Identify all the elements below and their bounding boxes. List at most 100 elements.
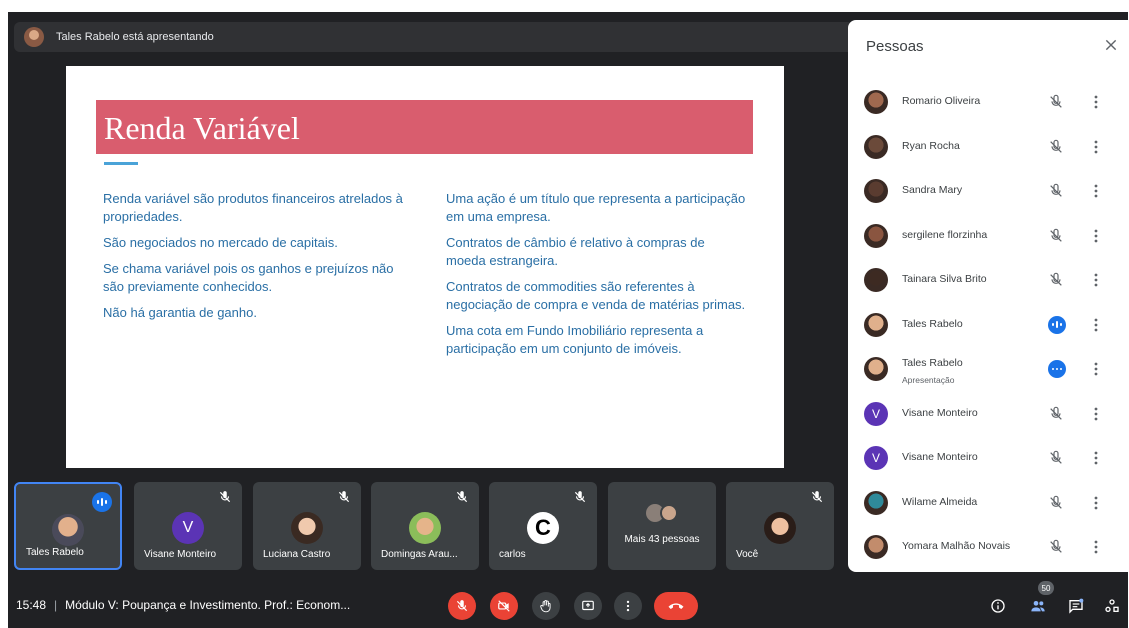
people-list-item[interactable]: sergilene florzinha — [848, 216, 1128, 260]
mic-off-icon[interactable] — [1048, 94, 1064, 110]
mic-off-icon — [574, 491, 586, 503]
person-name: Romario Oliveira — [902, 95, 981, 107]
presenter-banner: Tales Rabelo está apresentando — [14, 22, 854, 52]
kebab-menu-icon[interactable] — [1092, 361, 1100, 377]
people-list-item[interactable]: Wilame Almeida — [848, 483, 1128, 527]
slide-left-column: Renda variável são produtos financeiros … — [103, 190, 403, 330]
camera-off-icon — [498, 600, 510, 612]
avatar — [52, 514, 84, 546]
people-list-item[interactable]: Sandra Mary — [848, 171, 1128, 215]
people-list-item[interactable]: V Visane Monteiro — [848, 438, 1128, 482]
person-role: Apresentação — [902, 375, 955, 385]
mic-off-icon[interactable] — [1048, 450, 1064, 466]
meeting-details-button[interactable] — [986, 594, 1010, 618]
people-icon — [1031, 601, 1045, 612]
people-panel: Pessoas Romario Oliveira Ryan Rocha Sandra… — [848, 20, 1128, 572]
tile-name: Domingas Arau... — [381, 549, 458, 560]
kebab-menu-icon[interactable] — [1092, 139, 1100, 155]
participant-tile-visane[interactable]: V Visane Monteiro — [134, 482, 242, 570]
slide-paragraph: São negociados no mercado de capitais. — [103, 235, 338, 250]
participant-tile-carlos[interactable]: C carlos — [489, 482, 597, 570]
close-icon[interactable] — [1104, 38, 1118, 52]
tile-name: Visane Monteiro — [144, 549, 217, 560]
avatar — [864, 535, 888, 559]
participant-tile-luciana[interactable]: Luciana Castro — [253, 482, 361, 570]
avatar: C — [527, 512, 559, 544]
participant-tile-domingas[interactable]: Domingas Arau... — [371, 482, 479, 570]
mic-off-icon — [338, 491, 350, 503]
person-name: Tainara Silva Brito — [902, 273, 987, 285]
slide-paragraph: Uma ação é um título que representa a pa… — [446, 191, 746, 224]
mic-off-icon — [456, 491, 468, 503]
people-list-item[interactable]: Tainara Silva Brito — [848, 260, 1128, 304]
bottom-control-bar: 15:48 | Módulo V: Poupança e Investimento.… — [0, 582, 1129, 628]
speaking-indicator-icon — [1048, 315, 1066, 334]
kebab-menu-icon[interactable] — [1092, 183, 1100, 199]
slide-right-column: Uma ação é um título que representa a pa… — [446, 190, 746, 366]
person-name: Sandra Mary — [902, 184, 963, 196]
presenter-banner-text: Tales Rabelo está apresentando — [56, 31, 214, 43]
person-name: Yomara Malhão Novais — [902, 540, 1011, 552]
avatar — [291, 512, 323, 544]
more-options-icon — [626, 600, 630, 612]
people-button[interactable] — [1026, 594, 1050, 618]
more-participants-tile[interactable]: Mais 43 pessoas — [608, 482, 716, 570]
mic-toggle-button[interactable] — [448, 592, 476, 620]
chat-button[interactable] — [1064, 594, 1088, 618]
avatar: V — [864, 446, 888, 470]
person-name: Visane Monteiro — [902, 406, 978, 419]
kebab-menu-icon[interactable] — [1092, 495, 1100, 511]
presenting-indicator-icon — [1048, 360, 1066, 378]
mic-off-icon[interactable] — [1048, 183, 1064, 199]
mic-off-icon[interactable] — [1048, 539, 1064, 555]
present-now-button[interactable] — [574, 592, 602, 620]
mic-off-icon[interactable] — [1048, 139, 1064, 155]
kebab-menu-icon[interactable] — [1092, 450, 1100, 466]
kebab-menu-icon[interactable] — [1092, 228, 1100, 244]
mic-off-icon[interactable] — [1048, 495, 1064, 511]
people-list-item[interactable]: V Visane Monteiro — [848, 394, 1128, 438]
mic-off-icon[interactable] — [1048, 272, 1064, 288]
kebab-menu-icon[interactable] — [1092, 272, 1100, 288]
participant-tile-self[interactable]: Você — [726, 482, 834, 570]
mic-off-icon[interactable] — [1048, 406, 1064, 422]
avatar — [864, 490, 888, 515]
mic-off-icon — [811, 491, 823, 503]
kebab-menu-icon[interactable] — [1092, 406, 1100, 422]
kebab-menu-icon[interactable] — [1092, 539, 1100, 555]
tile-name: carlos — [499, 549, 526, 560]
meeting-info: 15:48 | Módulo V: Poupança e Investimento.… — [16, 598, 350, 612]
kebab-menu-icon[interactable] — [1092, 317, 1100, 333]
presentation-slide: Renda Variável Renda variável são produt… — [66, 66, 784, 468]
people-list-item[interactable]: Romario Oliveira — [848, 82, 1128, 126]
avatar — [864, 312, 888, 337]
avatar — [864, 90, 888, 114]
people-list-item[interactable]: Tales Rabelo Apresentação — [848, 349, 1128, 393]
kebab-menu-icon[interactable] — [1092, 94, 1100, 110]
clock: 15:48 — [16, 598, 47, 612]
avatar — [764, 512, 796, 544]
meet-window: Tales Rabelo está apresentando Renda Var… — [0, 0, 1129, 628]
chat-icon — [1069, 598, 1084, 614]
people-list-item[interactable]: Ryan Rocha — [848, 127, 1128, 171]
person-name: Visane Monteiro — [902, 451, 978, 463]
leave-call-button[interactable] — [654, 592, 698, 620]
people-list-item[interactable]: Tales Rabelo — [848, 305, 1128, 349]
slide-title: Renda Variável — [104, 110, 300, 146]
avatar — [864, 134, 888, 159]
presenter-avatar — [24, 27, 44, 47]
camera-toggle-button[interactable] — [490, 592, 518, 620]
avatar — [409, 512, 441, 544]
tile-name: Tales Rabelo — [26, 547, 84, 558]
people-list-item[interactable]: Yomara Malhão Novais — [848, 527, 1128, 571]
slide-paragraph: Contratos de câmbio é relativo à compras… — [446, 235, 705, 268]
slide-paragraph: Não há garantia de ganho. — [103, 305, 257, 320]
tile-name: Luciana Castro — [263, 549, 331, 560]
more-options-button[interactable] — [614, 592, 642, 620]
slide-paragraph: Contratos de commodities são referentes … — [446, 279, 746, 312]
raise-hand-button[interactable] — [532, 592, 560, 620]
activities-button[interactable] — [1100, 594, 1124, 618]
avatar — [660, 504, 678, 522]
participant-tile-tales[interactable]: Tales Rabelo — [14, 482, 122, 570]
mic-off-icon[interactable] — [1048, 228, 1064, 244]
